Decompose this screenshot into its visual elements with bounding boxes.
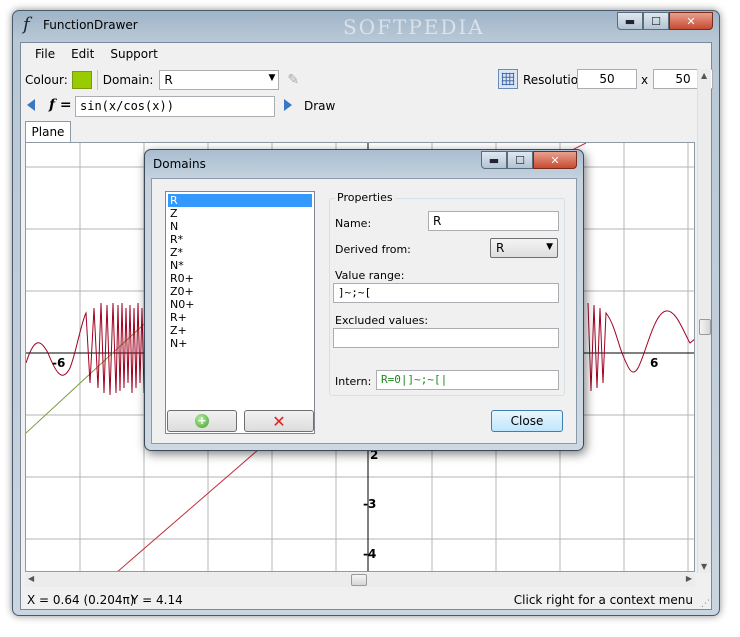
secondary-curve	[117, 442, 267, 571]
y-coordinate-readout: Y = 4.14	[131, 593, 183, 607]
excluded-values-input[interactable]	[333, 328, 559, 348]
pencil-icon[interactable]: ✎	[287, 72, 303, 88]
function-app-icon: f	[23, 14, 30, 35]
title-bar[interactable]: f FunctionDrawer SOFTPEDIA ▬ ☐ ✕	[13, 11, 719, 39]
list-item[interactable]: Z*	[168, 246, 312, 259]
resolution-x-input[interactable]: 50	[577, 69, 637, 89]
domain-label: Domain:	[102, 73, 154, 87]
dialog-caption-buttons: ▬ ☐ ✕	[481, 151, 577, 169]
draw-button[interactable]: Draw	[304, 99, 335, 113]
list-item[interactable]: R0+	[168, 272, 312, 285]
intern-label: Intern:	[335, 375, 372, 388]
dialog-maximize-button[interactable]: ☐	[507, 151, 533, 169]
scroll-up-icon[interactable]: ▲	[701, 71, 707, 80]
resize-grip-icon[interactable]: ⋰	[701, 599, 710, 609]
dialog-close-x-button[interactable]: ✕	[533, 151, 577, 169]
settings-toolbar: Colour: Domain: R ▼ ✎ Resolution: 50 x 5…	[21, 67, 713, 93]
minimize-button[interactable]: ▬	[617, 12, 643, 30]
name-label: Name:	[335, 217, 372, 230]
menu-bar: File Edit Support	[21, 43, 711, 65]
derived-from-select[interactable]: R ▼	[490, 238, 558, 258]
list-item[interactable]: Z0+	[168, 285, 312, 298]
list-item[interactable]: R	[168, 194, 312, 207]
derived-from-label: Derived from:	[335, 243, 411, 256]
add-domain-button[interactable]: +	[167, 410, 237, 432]
dialog-title: Domains	[153, 157, 206, 171]
x-tick-label-6: 6	[650, 356, 659, 370]
function-toolbar: f = sin(x/cos(x)) Draw	[21, 95, 711, 119]
function-label: f =	[49, 97, 72, 113]
caption-buttons: ▬ ☐ ✕	[617, 12, 713, 30]
horizontal-scrollbar[interactable]: ◀ ▶	[25, 573, 695, 587]
intern-field[interactable]: R=0|]~;~[|	[376, 370, 559, 390]
scroll-down-icon[interactable]: ▼	[701, 562, 707, 571]
value-range-input[interactable]: ]~;~[	[333, 283, 559, 303]
add-icon: +	[195, 414, 209, 428]
function-curve-right	[587, 302, 694, 392]
horizontal-scroll-thumb[interactable]	[351, 574, 367, 586]
domains-list[interactable]: R Z N R* Z* N* R0+ Z0+ N0+ R+ Z+ N+	[165, 191, 315, 434]
vertical-scroll-thumb[interactable]	[699, 319, 711, 335]
delete-domain-button[interactable]: ✕	[244, 410, 314, 432]
window-title: FunctionDrawer	[43, 18, 138, 32]
previous-function-icon[interactable]	[27, 99, 35, 111]
menu-file[interactable]: File	[27, 45, 63, 63]
vertical-scrollbar[interactable]: ▲ ▼	[697, 69, 711, 573]
grid-icon[interactable]	[498, 69, 518, 89]
colour-swatch[interactable]	[71, 71, 92, 89]
close-button[interactable]: Close	[491, 410, 563, 432]
menu-edit[interactable]: Edit	[63, 45, 102, 63]
x-coordinate-readout: X = 0.64 (0.204π)	[27, 593, 135, 607]
derived-from-value: R	[496, 241, 505, 255]
list-item[interactable]: Z	[168, 207, 312, 220]
list-item[interactable]: Z+	[168, 324, 312, 337]
list-item[interactable]: N*	[168, 259, 312, 272]
list-item[interactable]: N0+	[168, 298, 312, 311]
name-input[interactable]: R	[428, 211, 559, 231]
x-tick-label-neg6: -6	[52, 356, 66, 370]
list-item[interactable]: R*	[168, 233, 312, 246]
tab-plane[interactable]: Plane	[25, 121, 71, 143]
domain-select[interactable]: R ▼	[159, 70, 280, 90]
dialog-minimize-button[interactable]: ▬	[481, 151, 507, 169]
list-item[interactable]: N	[168, 220, 312, 233]
chevron-down-icon: ▼	[268, 73, 276, 83]
list-item[interactable]: N+	[168, 337, 312, 350]
dialog-client: R Z N R* Z* N* R0+ Z0+ N0+ R+ Z+ N+ + ✕ …	[151, 178, 577, 444]
status-hint: Click right for a context menu	[513, 593, 693, 607]
delete-icon: ✕	[272, 411, 286, 431]
resolution-separator: x	[641, 73, 649, 87]
function-curve-left	[26, 302, 153, 396]
domain-select-value: R	[164, 73, 173, 87]
colour-label: Colour:	[25, 73, 68, 87]
status-bar: X = 0.64 (0.204π) Y = 4.14 Click right f…	[21, 590, 711, 610]
y-tick-label-neg3: -3	[363, 497, 377, 511]
watermark: SOFTPEDIA	[343, 15, 485, 39]
y-tick-label-neg4: -4	[363, 547, 377, 561]
excluded-values-label: Excluded values:	[335, 314, 429, 327]
scroll-right-icon[interactable]: ▶	[686, 574, 692, 583]
function-input[interactable]: sin(x/cos(x))	[75, 96, 275, 117]
chevron-down-icon: ▼	[546, 242, 553, 252]
list-item[interactable]: R+	[168, 311, 312, 324]
properties-label: Properties	[335, 191, 395, 204]
close-window-button[interactable]: ✕	[669, 12, 713, 30]
value-range-label: Value range:	[335, 269, 405, 282]
toolbar-separator	[96, 70, 98, 90]
scroll-left-icon[interactable]: ◀	[28, 574, 34, 583]
menu-support[interactable]: Support	[102, 45, 165, 63]
next-function-icon[interactable]	[284, 99, 292, 111]
maximize-button[interactable]: ☐	[643, 12, 669, 30]
domains-dialog: Domains ▬ ☐ ✕ R Z N R* Z* N* R0+ Z0+ N0+…	[144, 149, 584, 451]
